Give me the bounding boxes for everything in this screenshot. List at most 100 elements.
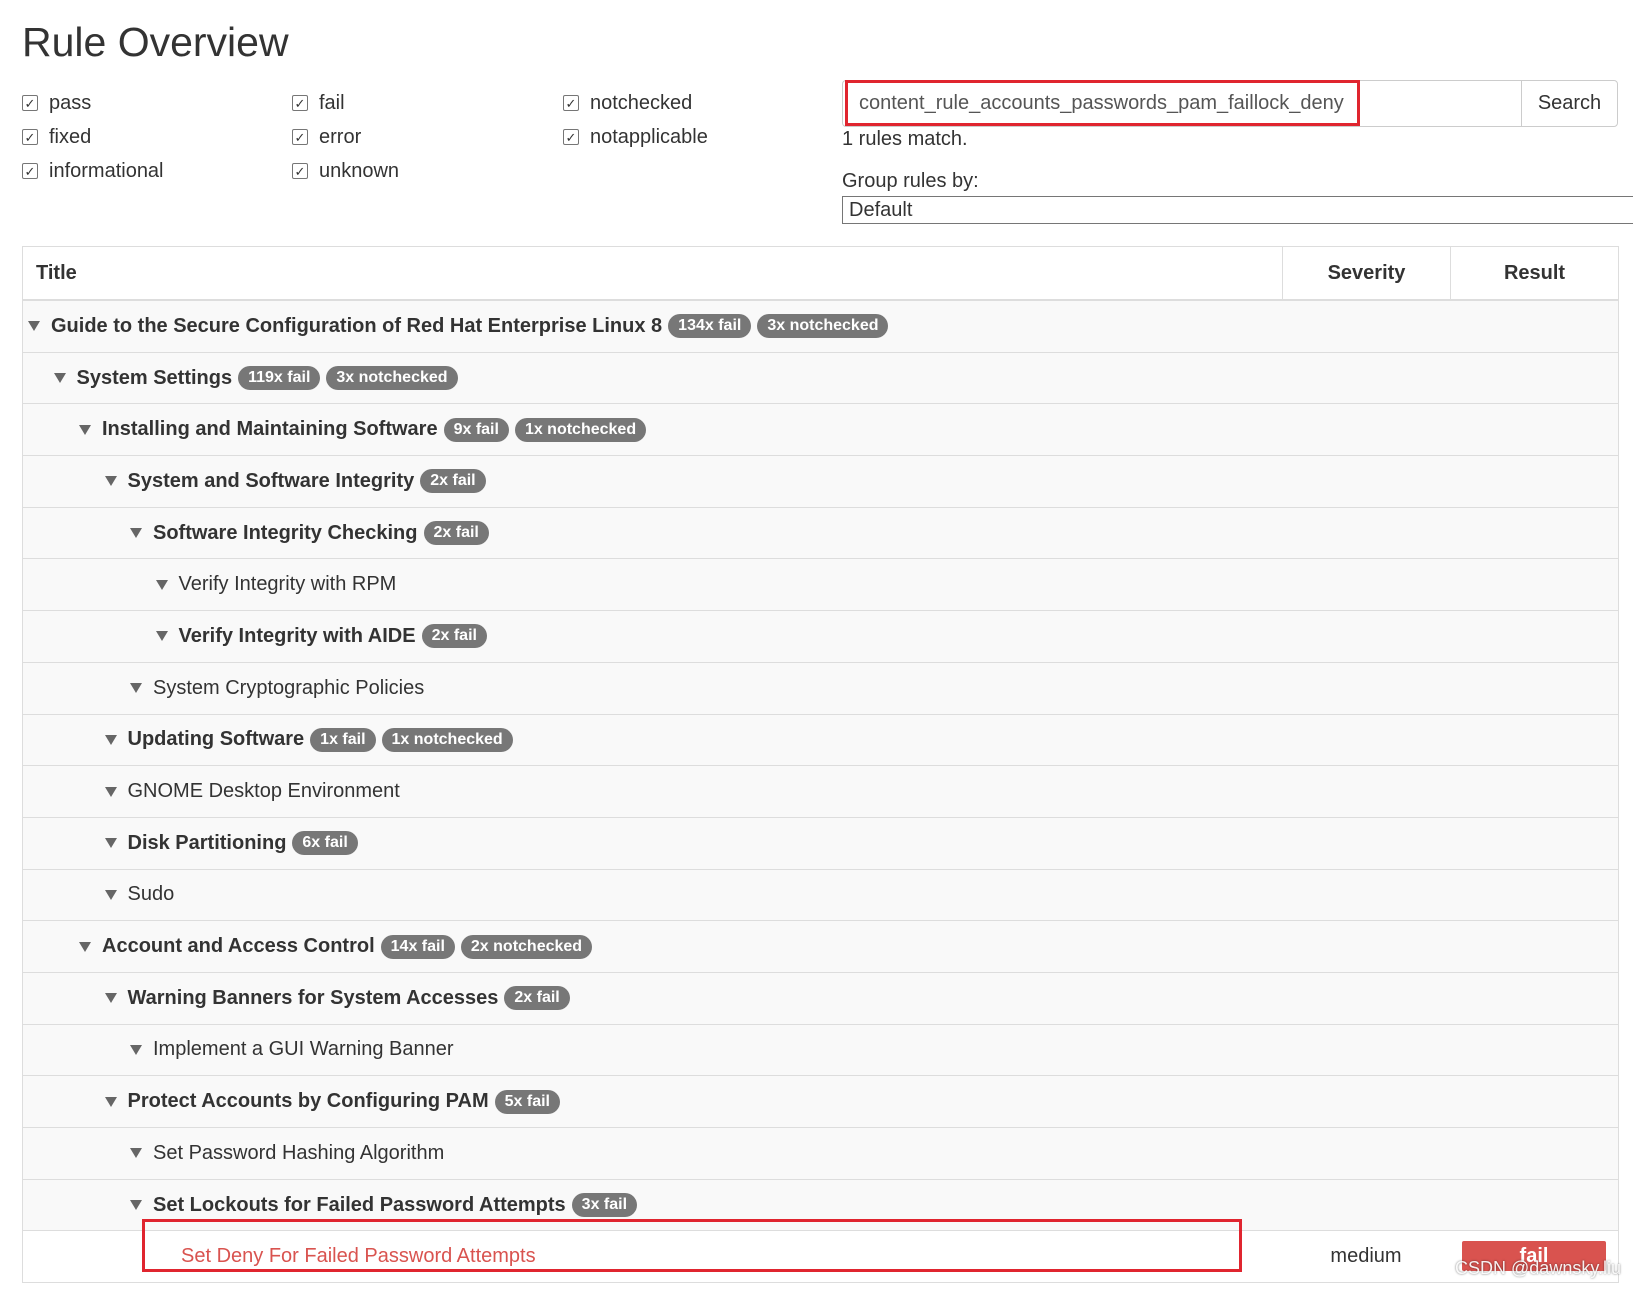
- group-label: Implement a GUI Warning Banner: [153, 1038, 454, 1061]
- checkbox-unknown[interactable]: ✓: [292, 163, 308, 179]
- filter-notapplicable[interactable]: ✓ notapplicable: [563, 122, 708, 152]
- filter-unknown[interactable]: ✓ unknown: [292, 156, 399, 186]
- search-bar: Search: [842, 80, 1618, 127]
- group-title-cell: Software Integrity Checking 2x fail: [23, 508, 1618, 559]
- group-label: Verify Integrity with AIDE: [178, 624, 416, 647]
- caret-down-icon[interactable]: [104, 1096, 117, 1107]
- rule-tree-table: Title Severity Result Guide to the Secur…: [22, 246, 1619, 1284]
- checkbox-notapplicable[interactable]: ✓: [563, 129, 579, 145]
- group-row[interactable]: Implement a GUI Warning Banner: [23, 1024, 1618, 1077]
- header-title[interactable]: Title: [23, 247, 1282, 299]
- group-row[interactable]: Updating Software 1x fail 1x notchecked: [23, 714, 1618, 767]
- group-label: Account and Access Control: [102, 935, 375, 958]
- search-input[interactable]: [843, 81, 1521, 126]
- group-row[interactable]: Disk Partitioning 6x fail: [23, 817, 1618, 870]
- checkbox-notchecked[interactable]: ✓: [563, 95, 579, 111]
- caret-down-icon[interactable]: [130, 1148, 142, 1159]
- group-row[interactable]: Protect Accounts by Configuring PAM 5x fa…: [23, 1076, 1618, 1128]
- filter-pass[interactable]: ✓ pass: [22, 88, 91, 118]
- filter-notchecked[interactable]: ✓ notchecked: [563, 88, 692, 118]
- match-count: 1 rules match.: [842, 128, 968, 150]
- group-title-cell: Updating Software 1x fail 1x notchecked: [23, 715, 1618, 766]
- filter-fixed[interactable]: ✓ fixed: [22, 122, 91, 152]
- group-by-select[interactable]: Default: [842, 196, 1633, 224]
- checkbox-error[interactable]: ✓: [292, 129, 308, 145]
- count-badge: 2x notchecked: [460, 934, 593, 959]
- group-title-cell: System Settings 119x fail 3x notchecked: [23, 353, 1618, 404]
- group-label: Software Integrity Checking: [153, 521, 418, 544]
- group-label: System and Software Integrity: [127, 469, 415, 492]
- filter-label: fail: [319, 91, 345, 114]
- checkbox-fixed[interactable]: ✓: [22, 129, 38, 145]
- group-title-cell: System and Software Integrity 2x fail: [23, 456, 1618, 507]
- count-badge: 1x fail: [310, 727, 376, 752]
- table-header: Title Severity Result: [23, 247, 1618, 301]
- header-severity[interactable]: Severity: [1282, 247, 1450, 299]
- group-row[interactable]: Account and Access Control 14x fail 2x not…: [23, 921, 1618, 973]
- caret-down-icon[interactable]: [155, 631, 168, 642]
- caret-down-icon[interactable]: [104, 476, 117, 487]
- filter-fail[interactable]: ✓ fail: [292, 88, 345, 118]
- group-label: Installing and Maintaining Software: [102, 418, 438, 441]
- group-row[interactable]: Guide to the Secure Configuration of Red…: [23, 301, 1618, 353]
- group-title-cell: Installing and Maintaining Software 9x fa…: [23, 404, 1618, 455]
- checkbox-pass[interactable]: ✓: [22, 95, 38, 111]
- group-row[interactable]: System and Software Integrity 2x fail: [23, 456, 1618, 508]
- caret-down-icon[interactable]: [104, 838, 117, 849]
- group-row[interactable]: Software Integrity Checking 2x fail: [23, 507, 1618, 560]
- caret-down-icon[interactable]: [79, 424, 91, 435]
- caret-down-icon[interactable]: [155, 579, 168, 590]
- caret-down-icon[interactable]: [28, 321, 40, 332]
- caret-down-icon[interactable]: [104, 786, 117, 797]
- caret-down-icon[interactable]: [130, 528, 142, 539]
- group-title-cell: Set Password Hashing Algorithm: [23, 1128, 1618, 1179]
- group-label: Set Password Hashing Algorithm: [153, 1141, 445, 1164]
- group-row[interactable]: Set Password Hashing Algorithm: [23, 1128, 1618, 1180]
- count-badge: 119x fail: [238, 366, 321, 391]
- caret-down-icon[interactable]: [104, 889, 117, 900]
- caret-down-icon[interactable]: [79, 941, 91, 952]
- group-row[interactable]: Warning Banners for System Accesses 2x fa…: [23, 972, 1618, 1025]
- group-row[interactable]: System Settings 119x fail 3x notchecked: [23, 352, 1618, 405]
- group-label: Disk Partitioning: [127, 831, 287, 854]
- filter-label: informational: [49, 159, 164, 182]
- count-badge: 6x fail: [292, 831, 358, 856]
- rule-severity: medium: [1330, 1245, 1402, 1268]
- rule-title-cell: Set Deny For Failed Password Attempts: [23, 1231, 1282, 1282]
- group-row[interactable]: Set Lockouts for Failed Password Attempt…: [23, 1179, 1618, 1232]
- rule-row[interactable]: Set Deny For Failed Password Attempts me…: [23, 1231, 1618, 1284]
- table-body: Guide to the Secure Configuration of Red…: [23, 301, 1618, 1232]
- group-row[interactable]: Installing and Maintaining Software 9x fa…: [23, 404, 1618, 457]
- header-result[interactable]: Result: [1450, 247, 1618, 299]
- group-label: GNOME Desktop Environment: [127, 780, 400, 803]
- group-row[interactable]: Sudo: [23, 869, 1618, 922]
- count-badge: 1x notchecked: [381, 727, 513, 752]
- caret-down-icon[interactable]: [53, 373, 66, 384]
- caret-down-icon[interactable]: [130, 1044, 142, 1055]
- search-button[interactable]: Search: [1521, 81, 1617, 126]
- checkbox-informational[interactable]: ✓: [22, 163, 38, 179]
- caret-down-icon[interactable]: [104, 993, 117, 1004]
- caret-down-icon[interactable]: [130, 1200, 142, 1211]
- group-row[interactable]: Verify Integrity with AIDE 2x fail: [23, 611, 1618, 663]
- group-row[interactable]: Verify Integrity with RPM: [23, 559, 1618, 612]
- checkbox-fail[interactable]: ✓: [292, 95, 308, 111]
- count-badge: 3x notchecked: [326, 366, 458, 391]
- filter-error[interactable]: ✓ error: [292, 122, 361, 152]
- group-row[interactable]: System Cryptographic Policies: [23, 662, 1618, 715]
- group-title-cell: Guide to the Secure Configuration of Red…: [23, 301, 1618, 352]
- caret-down-icon[interactable]: [130, 683, 142, 694]
- rule-result-badge: fail: [1462, 1241, 1606, 1272]
- count-badge: 14x fail: [380, 934, 455, 959]
- group-title-cell: Verify Integrity with RPM: [23, 559, 1618, 610]
- group-title-cell: Account and Access Control 14x fail 2x not…: [23, 921, 1618, 972]
- caret-down-icon[interactable]: [104, 734, 117, 745]
- count-badge: 2x fail: [423, 521, 489, 546]
- rule-link[interactable]: Set Deny For Failed Password Attempts: [181, 1245, 536, 1268]
- group-title-cell: System Cryptographic Policies: [23, 663, 1618, 714]
- page-title: Rule Overview: [22, 19, 289, 65]
- filter-informational[interactable]: ✓ informational: [22, 156, 164, 186]
- group-title-cell: Set Lockouts for Failed Password Attempt…: [23, 1180, 1618, 1231]
- group-row[interactable]: GNOME Desktop Environment: [23, 766, 1618, 818]
- count-badge: 5x fail: [494, 1089, 560, 1114]
